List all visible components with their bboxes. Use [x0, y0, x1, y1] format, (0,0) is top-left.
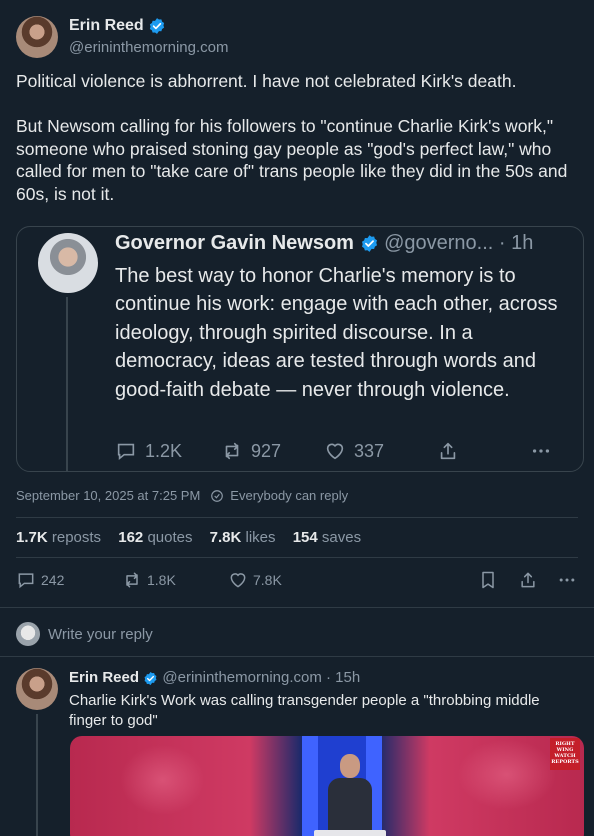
more-button[interactable]: [556, 570, 578, 590]
user-avatar: [16, 622, 40, 646]
reply-post-text: Charlie Kirk's Work was calling transgen…: [69, 692, 540, 729]
reply-author-handle[interactable]: @erininthemorning.com: [162, 669, 321, 686]
post-meta: September 10, 2025 at 7:25 PM Everybody …: [16, 488, 348, 503]
divider: [16, 557, 578, 558]
reposts-stat[interactable]: 1.7K reposts: [16, 529, 101, 546]
engagement-stats: 1.7K reposts 162 quotes 7.8K likes 154 s…: [16, 529, 374, 546]
divider: [0, 656, 594, 657]
quoted-author-handle[interactable]: @governo...: [384, 232, 493, 254]
reply-settings-icon: [211, 489, 224, 502]
quoted-time[interactable]: · 1h: [499, 232, 533, 254]
likes-stat[interactable]: 7.8K likes: [210, 529, 276, 546]
repost-count: 1.8K: [147, 572, 176, 588]
podium: [314, 830, 386, 836]
author-handle[interactable]: @erininthemorning.com: [69, 39, 228, 56]
repost-count: 927: [251, 440, 282, 461]
share-icon: [521, 572, 535, 588]
reply-count: 1.2K: [145, 440, 183, 461]
reply-setting: Everybody can reply: [230, 488, 349, 503]
reply-author-name[interactable]: Erin Reed: [69, 669, 139, 686]
more-button[interactable]: [529, 440, 553, 462]
reply-count: 242: [41, 572, 65, 588]
repost-icon: [225, 442, 239, 460]
quoted-author-name[interactable]: Governor Gavin Newsom: [115, 232, 354, 254]
verified-badge-icon: [144, 671, 157, 685]
quoted-avatar[interactable]: [38, 233, 98, 293]
bookmark-button[interactable]: [478, 570, 498, 590]
verified-badge-icon: [361, 235, 377, 253]
reply-icon: [117, 443, 135, 461]
quoted-post-header: Governor Gavin Newsom @governo... · 1h: [115, 232, 533, 255]
like-count: 337: [354, 440, 385, 461]
divider: [16, 517, 578, 518]
reply-avatar[interactable]: [16, 668, 58, 710]
thread-line: [66, 297, 68, 472]
bookmark-icon: [482, 571, 494, 589]
reply-button[interactable]: 242: [16, 570, 64, 590]
saves-stat[interactable]: 154 saves: [293, 529, 361, 546]
speaker-figure: [328, 754, 372, 836]
like-button[interactable]: 337: [324, 440, 384, 462]
share-button[interactable]: [437, 440, 459, 462]
action-bar: 242 1.8K 7.8K: [16, 570, 578, 594]
post-timestamp[interactable]: September 10, 2025 at 7:25 PM: [16, 488, 200, 503]
more-icon: [559, 578, 575, 582]
avatar[interactable]: [16, 16, 58, 58]
video-thumbnail[interactable]: RIGHT WING WATCH REPORTS: [70, 736, 584, 836]
quoted-post-text: The best way to honor Charlie's memory i…: [115, 265, 558, 401]
reply-composer[interactable]: Write your reply: [16, 622, 153, 646]
reply-time[interactable]: · 15h: [326, 669, 360, 686]
post-header: Erin Reed @erininthemorning.com: [16, 14, 578, 58]
reply-icon: [18, 573, 34, 589]
heart-icon: [230, 573, 246, 588]
repost-icon: [126, 572, 138, 588]
divider: [0, 607, 594, 608]
quoted-action-bar: 1.2K 927 337: [115, 440, 565, 466]
like-button[interactable]: 7.8K: [228, 570, 282, 590]
right-wing-watch-logo: RIGHT WING WATCH REPORTS: [550, 738, 580, 770]
repost-button[interactable]: 1.8K: [122, 570, 176, 590]
author-name[interactable]: Erin Reed: [69, 17, 166, 35]
quotes-stat[interactable]: 162 quotes: [118, 529, 192, 546]
reply-input-placeholder[interactable]: Write your reply: [48, 626, 153, 643]
author-name-text[interactable]: Erin Reed: [69, 17, 144, 34]
share-button[interactable]: [518, 570, 538, 590]
quoted-post[interactable]: Governor Gavin Newsom @governo... · 1h T…: [16, 226, 584, 472]
repost-button[interactable]: 927: [221, 440, 281, 462]
reply-post-header: Erin Reed @erininthemorning.com · 15h: [69, 669, 360, 686]
heart-icon: [326, 443, 344, 460]
share-icon: [440, 442, 456, 460]
post-text: Political violence is abhorrent. I have …: [16, 71, 568, 204]
like-count: 7.8K: [253, 572, 282, 588]
thread-line: [36, 714, 38, 836]
verified-badge-icon: [150, 18, 165, 34]
more-icon: [532, 449, 550, 453]
reply-button[interactable]: 1.2K: [115, 440, 182, 462]
